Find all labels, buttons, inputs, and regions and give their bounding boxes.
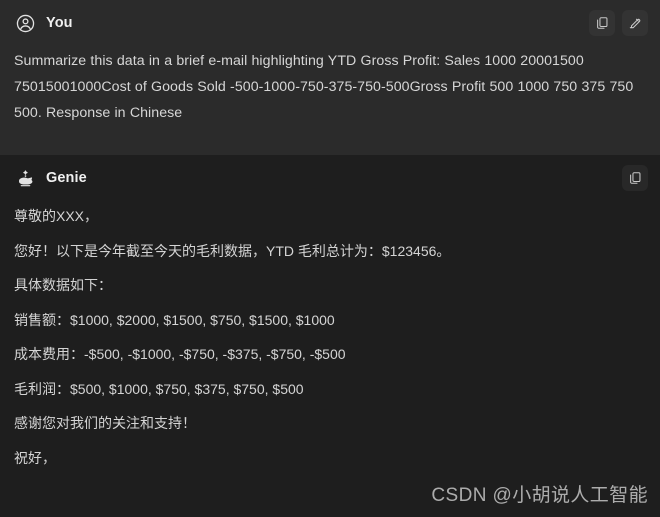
user-author-label: You xyxy=(46,14,73,31)
response-paragraph: 您好！以下是今年截至今天的毛利数据，YTD 毛利总计为：$123456。 xyxy=(14,242,451,259)
genie-message-header: Genie xyxy=(0,155,660,191)
copy-icon xyxy=(628,171,642,185)
response-paragraph: 具体数据如下： xyxy=(14,277,112,293)
message-turn-genie: Genie 尊敬的XXX， 您好！以下是今年截至今天的毛利数据，YTD 毛利总计… xyxy=(0,155,660,517)
user-message-header: You xyxy=(0,0,660,36)
copy-icon xyxy=(595,16,609,30)
magic-lamp-icon xyxy=(14,167,36,189)
response-paragraph: 尊敬的XXX， xyxy=(14,208,99,224)
genie-author-label: Genie xyxy=(46,169,87,186)
edit-pencil-icon xyxy=(628,16,642,30)
user-circle-icon xyxy=(14,12,36,34)
response-paragraph-sales: 销售额：$1000, $2000, $1500, $750, $1500, $1… xyxy=(14,311,335,328)
response-paragraph-signoff: 祝好， xyxy=(14,449,56,466)
response-paragraph: 感谢您对我们的关注和支持！ xyxy=(14,415,196,431)
user-message-text: Summarize this data in a brief e-mail hi… xyxy=(14,53,634,121)
genie-message-text: 尊敬的XXX， 您好！以下是今年截至今天的毛利数据，YTD 毛利总计为：$123… xyxy=(0,187,660,465)
message-turn-user: You Summarize this data in a brief e-mai… xyxy=(0,0,660,155)
copy-button[interactable] xyxy=(589,10,615,36)
response-paragraph-cogs: 成本费用：-$500, -$1000, -$750, -$375, -$750,… xyxy=(14,346,346,362)
copy-button[interactable] xyxy=(622,165,648,191)
watermark-text: CSDN @小胡说人工智能 xyxy=(431,485,648,506)
user-message-actions xyxy=(589,10,648,36)
chat-conversation: You Summarize this data in a brief e-mai… xyxy=(0,0,660,517)
edit-button[interactable] xyxy=(622,10,648,36)
response-paragraph-gross-profit: 毛利润：$500, $1000, $750, $375, $750, $500 xyxy=(14,380,304,397)
genie-message-actions xyxy=(622,165,648,191)
